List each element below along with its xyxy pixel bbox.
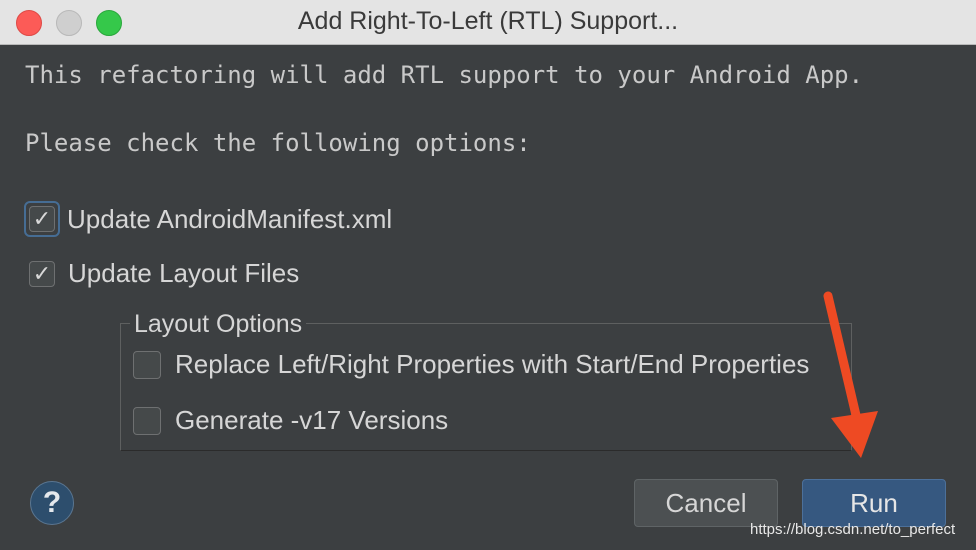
annotation-arrow-icon (823, 291, 878, 458)
watermark-text: https://blog.csdn.net/to_perfect (750, 521, 956, 538)
